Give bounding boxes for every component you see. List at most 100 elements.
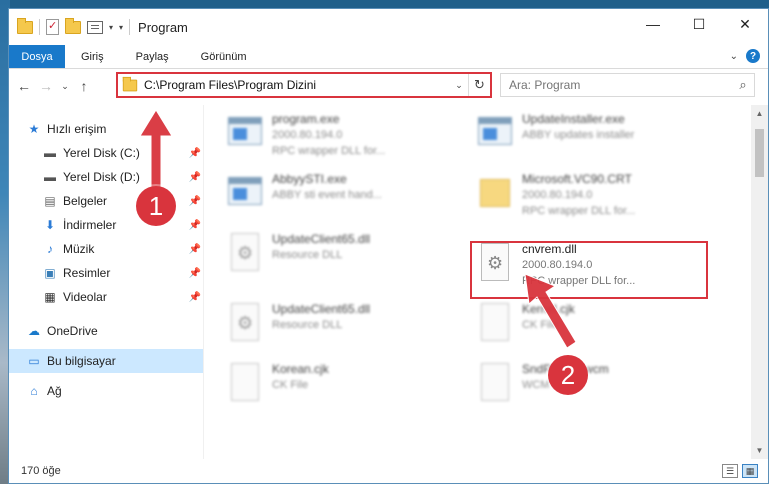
nav-item-local-disk-c[interactable]: ▬ Yerel Disk (C:) 📌 bbox=[9, 141, 203, 165]
folder-file-icon bbox=[476, 171, 514, 215]
nav-quick-access[interactable]: ★ Hızlı erişim bbox=[9, 117, 203, 141]
new-folder-icon[interactable] bbox=[65, 17, 81, 34]
chevron-down-icon[interactable]: ▾ bbox=[109, 23, 113, 32]
address-row: ← → ⌄ ↑ C:\Program Files\Program Dizini … bbox=[9, 69, 768, 103]
network-icon: ⌂ bbox=[30, 384, 38, 398]
address-bar[interactable]: C:\Program Files\Program Dizini ⌄ ↻ bbox=[117, 73, 491, 97]
exe-file-icon bbox=[226, 111, 264, 155]
scroll-down-icon[interactable]: ▼ bbox=[751, 442, 768, 459]
nav-item-local-disk-d[interactable]: ▬ Yerel Disk (D:) 📌 bbox=[9, 165, 203, 189]
nav-label: İndirmeler bbox=[63, 218, 117, 232]
generic-file-icon bbox=[476, 301, 514, 345]
music-icon: ♪ bbox=[47, 242, 53, 256]
nav-item-this-pc[interactable]: ▭ Bu bilgisayar bbox=[9, 349, 203, 373]
vertical-scrollbar[interactable]: ▲ ▼ bbox=[751, 105, 768, 459]
star-icon: ★ bbox=[28, 122, 40, 136]
file-item[interactable]: UpdateClient65.dll Resource DLL bbox=[226, 301, 370, 345]
chevron-down-icon[interactable]: ⌄ bbox=[450, 80, 468, 91]
quick-access-toolbar: ▾ ▾ bbox=[9, 17, 131, 35]
file-item-cnvrem[interactable]: cnvrem.dll 2000.80.194.0 RPC wrapper DLL… bbox=[476, 241, 635, 289]
computer-icon: ▭ bbox=[28, 354, 40, 368]
back-arrow-icon[interactable]: ← bbox=[13, 78, 35, 94]
file-list: program.exe 2000.80.194.0 RPC wrapper DL… bbox=[203, 105, 768, 459]
file-item[interactable]: Kernel.cjk CK File bbox=[476, 301, 575, 345]
exe-file-icon bbox=[226, 171, 264, 215]
pin-icon[interactable]: 📌 bbox=[189, 268, 201, 279]
customize-toolbar-icon[interactable]: ▾ bbox=[119, 23, 123, 32]
search-box[interactable]: ⌕ bbox=[500, 73, 755, 97]
refresh-icon[interactable]: ↻ bbox=[468, 74, 490, 96]
cloud-icon: ☁ bbox=[28, 324, 40, 338]
nav-label: OneDrive bbox=[47, 324, 98, 338]
properties-icon[interactable] bbox=[87, 20, 103, 34]
file-item[interactable]: AbbyySTI.exe ABBY sti event hand... bbox=[226, 171, 382, 215]
generic-file-icon bbox=[476, 361, 514, 405]
title-bar: ▾ ▾ Program — ☐ ✕ bbox=[9, 9, 768, 45]
item-count: 170 öğe bbox=[21, 465, 61, 477]
toolbar-divider bbox=[129, 19, 131, 35]
tab-share[interactable]: Paylaş bbox=[120, 45, 185, 68]
file-item[interactable]: UpdateInstaller.exe ABBY updates install… bbox=[476, 111, 634, 155]
file-item[interactable]: SndPl2005.wcm WCM File bbox=[476, 361, 609, 405]
scroll-thumb[interactable] bbox=[755, 129, 764, 177]
scroll-up-icon[interactable]: ▲ bbox=[751, 105, 768, 122]
properties-check-icon[interactable] bbox=[46, 19, 59, 35]
pin-icon[interactable]: 📌 bbox=[189, 292, 201, 303]
details-view-icon[interactable]: ☰ bbox=[722, 464, 738, 478]
videos-icon: ▦ bbox=[44, 290, 56, 304]
nav-item-music[interactable]: ♪ Müzik 📌 bbox=[9, 237, 203, 261]
nav-label: Hızlı erişim bbox=[47, 122, 107, 136]
nav-label: Bu bilgisayar bbox=[47, 354, 116, 368]
recent-locations-icon[interactable]: ⌄ bbox=[57, 81, 73, 92]
file-item[interactable]: UpdateClient65.dll Resource DLL bbox=[226, 231, 370, 275]
pin-icon[interactable]: 📌 bbox=[189, 244, 201, 255]
file-item[interactable]: Korean.cjk CK File bbox=[226, 361, 329, 405]
nav-label: Yerel Disk (D:) bbox=[63, 170, 140, 184]
callout-badge-1: 1 bbox=[136, 186, 176, 226]
nav-label: Ağ bbox=[47, 384, 62, 398]
folder-icon bbox=[17, 17, 33, 34]
pin-icon[interactable]: 📌 bbox=[189, 172, 201, 183]
ribbon-controls: ⌄ ? bbox=[730, 49, 760, 63]
folder-icon bbox=[122, 76, 138, 91]
tab-home[interactable]: Giriş bbox=[65, 45, 120, 68]
search-icon[interactable]: ⌕ bbox=[732, 77, 754, 93]
navigation-pane: ★ Hızlı erişim ▬ Yerel Disk (C:) 📌 ▬ Yer… bbox=[9, 105, 203, 459]
nav-item-videos[interactable]: ▦ Videolar 📌 bbox=[9, 285, 203, 309]
minimize-button[interactable]: — bbox=[630, 9, 676, 39]
pin-icon[interactable]: 📌 bbox=[189, 220, 201, 231]
tab-view[interactable]: Görünüm bbox=[185, 45, 263, 68]
nav-item-network[interactable]: ⌂ Ağ bbox=[9, 379, 203, 403]
toolbar-divider bbox=[39, 19, 40, 35]
expand-ribbon-icon[interactable]: ⌄ bbox=[730, 51, 738, 62]
pin-icon[interactable]: 📌 bbox=[189, 196, 201, 207]
nav-item-onedrive[interactable]: ☁ OneDrive bbox=[9, 319, 203, 343]
dll-file-icon bbox=[226, 231, 264, 275]
window-controls: — ☐ ✕ bbox=[630, 9, 768, 39]
status-bar: 170 öğe ☰ ▦ bbox=[9, 459, 768, 483]
maximize-button[interactable]: ☐ bbox=[676, 9, 722, 39]
nav-label: Resimler bbox=[63, 266, 111, 280]
pin-icon[interactable]: 📌 bbox=[189, 148, 201, 159]
nav-item-downloads[interactable]: ⬇ İndirmeler 📌 bbox=[9, 213, 203, 237]
callout-badge-2: 2 bbox=[548, 355, 588, 395]
close-button[interactable]: ✕ bbox=[722, 9, 768, 39]
tab-file[interactable]: Dosya bbox=[9, 45, 65, 68]
dll-file-icon bbox=[226, 301, 264, 345]
nav-label: Videolar bbox=[63, 290, 107, 304]
nav-item-pictures[interactable]: ▣ Resimler 📌 bbox=[9, 261, 203, 285]
tiles-view-icon[interactable]: ▦ bbox=[742, 464, 758, 478]
forward-arrow-icon[interactable]: → bbox=[35, 78, 57, 94]
view-buttons: ☰ ▦ bbox=[722, 464, 758, 478]
search-input[interactable] bbox=[501, 78, 732, 92]
address-path[interactable]: C:\Program Files\Program Dizini bbox=[144, 78, 450, 92]
documents-icon: ▤ bbox=[44, 194, 56, 208]
help-icon[interactable]: ? bbox=[746, 49, 760, 63]
file-item[interactable]: program.exe 2000.80.194.0 RPC wrapper DL… bbox=[226, 111, 385, 159]
ribbon-tabs: Dosya Giriş Paylaş Görünüm ⌄ ? bbox=[9, 45, 768, 69]
nav-label: Yerel Disk (C:) bbox=[63, 146, 140, 160]
file-item[interactable]: Microsoft.VC90.CRT 2000.80.194.0 RPC wra… bbox=[476, 171, 635, 219]
nav-label: Belgeler bbox=[63, 194, 108, 208]
up-arrow-icon[interactable]: ↑ bbox=[73, 78, 95, 94]
window-title: Program bbox=[138, 19, 188, 35]
